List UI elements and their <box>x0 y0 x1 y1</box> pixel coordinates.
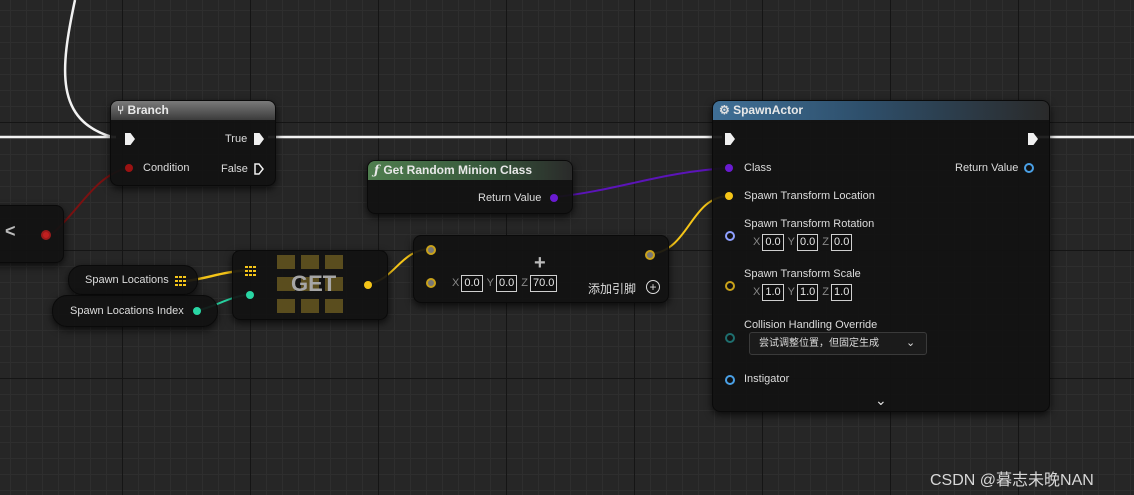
spawn-location-label: Spawn Transform Location <box>744 190 875 202</box>
add-pin-label[interactable]: 添加引脚 <box>588 282 636 296</box>
class-wire <box>554 167 730 198</box>
spawn-header: ⚙ SpawnActor <box>713 101 1049 120</box>
random-return-pin[interactable] <box>550 194 558 202</box>
spawn-locations-index-pin[interactable] <box>193 307 201 315</box>
random-title: Get Random Minion Class <box>383 163 533 177</box>
spawn-rotation-label: Spawn Transform Rotation <box>744 218 875 230</box>
rot-y-field[interactable]: 0.0 <box>796 234 819 251</box>
branch-false-label: False <box>221 163 248 175</box>
branch-condition-pin[interactable] <box>125 164 133 172</box>
add-input-a-pin[interactable] <box>426 245 436 255</box>
rot-x-axis: X <box>753 236 761 248</box>
spawn-scale-label: Spawn Transform Scale <box>744 268 861 280</box>
branch-header: ⑂ Branch <box>111 101 275 120</box>
scale-y-field[interactable]: 1.0 <box>796 284 819 301</box>
add-output-pin[interactable] <box>645 250 655 260</box>
spawn-locations-label: Spawn Locations <box>85 274 169 286</box>
rot-z-axis: Z <box>822 236 830 248</box>
spawn-class-label: Class <box>744 162 772 174</box>
add-z-axis: Z <box>521 277 529 289</box>
branch-true-label: True <box>225 133 248 145</box>
branch-exec-in-pin[interactable] <box>125 133 135 145</box>
add-y-field[interactable]: 0.0 <box>495 275 518 292</box>
rot-z-field[interactable]: 0.0 <box>831 234 853 251</box>
rot-y-axis: Y <box>787 236 795 248</box>
spawn-collision-pin[interactable] <box>725 333 735 343</box>
branch-false-pin[interactable] <box>254 163 264 175</box>
spawn-instigator-pin[interactable] <box>725 375 735 385</box>
compare-node[interactable]: < <box>0 205 64 263</box>
branch-condition-label: Condition <box>143 162 190 174</box>
add-z-field[interactable]: 70.0 <box>530 275 558 292</box>
add-plus-symbol: + <box>534 252 546 274</box>
exec-wire-loop <box>63 0 113 139</box>
scale-z-field[interactable]: 1.0 <box>831 284 853 301</box>
get-index-input-pin[interactable] <box>246 291 254 299</box>
array-grid-icon[interactable] <box>175 276 186 286</box>
spawn-rotation-pin[interactable] <box>725 231 735 241</box>
add-x-axis: X <box>452 277 460 289</box>
scale-x-axis: X <box>753 286 761 298</box>
blueprint-graph[interactable]: < ⑂ Branch True Condition False ƒ Get Ra… <box>0 0 1134 495</box>
get-array-input-pin[interactable] <box>245 266 256 276</box>
spawn-location-pin[interactable] <box>725 192 733 200</box>
spawn-collision-dropdown[interactable]: 尝试调整位置，但固定生成 ⌄ <box>749 332 927 355</box>
watermark: CSDN @暮志未晚NAN <box>930 472 1094 489</box>
spawn-return-label: Return Value <box>955 162 1019 174</box>
spawn-collision-value: 尝试调整位置，但固定生成 <box>759 338 879 349</box>
get-label: GET <box>291 271 337 296</box>
spawn-exec-out-pin[interactable] <box>1028 133 1038 145</box>
spawn-locations-index-label: Spawn Locations Index <box>70 305 184 317</box>
spawn-locations-index-variable[interactable]: Spawn Locations Index <box>52 295 218 327</box>
random-return-label: Return Value <box>478 192 542 204</box>
add-input-b-pin[interactable] <box>426 278 436 288</box>
scale-y-axis: Y <box>787 286 795 298</box>
expand-chevron-icon[interactable]: ⌄ <box>875 393 887 407</box>
array-get-node[interactable]: GET <box>232 250 388 320</box>
scale-z-axis: Z <box>822 286 830 298</box>
spawn-actor-icon: ⚙ <box>719 103 734 117</box>
add-vector-fields: X 0.0 Y 0.0 Z 70.0 <box>452 275 561 292</box>
spawn-actor-node[interactable]: ⚙ SpawnActor Class Return Value Spawn Tr… <box>712 100 1050 412</box>
branch-icon: ⑂ <box>117 103 128 117</box>
add-y-axis: Y <box>486 277 494 289</box>
compare-symbol: < <box>5 221 16 241</box>
get-random-minion-class-node[interactable]: ƒ Get Random Minion Class Return Value <box>367 160 573 214</box>
spawn-class-pin[interactable] <box>725 164 733 172</box>
get-output-pin[interactable] <box>364 281 372 289</box>
spawn-instigator-label: Instigator <box>744 373 790 385</box>
rot-x-field[interactable]: 0.0 <box>762 234 784 251</box>
vector-add-node[interactable]: + X 0.0 Y 0.0 Z 70.0 添加引脚 + <box>413 235 669 303</box>
spawn-return-pin[interactable] <box>1024 163 1034 173</box>
branch-title: Branch <box>127 103 169 117</box>
spawn-scale-fields: X 1.0 Y 1.0 Z 1.0 <box>753 284 856 301</box>
spawn-rotation-fields: X 0.0 Y 0.0 Z 0.0 <box>753 234 856 251</box>
random-header: ƒ Get Random Minion Class <box>368 161 572 180</box>
add-x-field[interactable]: 0.0 <box>461 275 483 292</box>
branch-true-pin[interactable] <box>254 133 264 145</box>
spawn-locations-variable[interactable]: Spawn Locations <box>68 265 198 295</box>
spawn-title: SpawnActor <box>733 103 804 117</box>
chevron-down-icon: ⌄ <box>906 337 916 349</box>
function-icon: ƒ <box>374 163 384 177</box>
add-pin-plus-icon[interactable]: + <box>646 280 660 294</box>
spawn-exec-in-pin[interactable] <box>725 133 735 145</box>
scale-x-field[interactable]: 1.0 <box>762 284 784 301</box>
spawn-scale-pin[interactable] <box>725 281 735 291</box>
spawn-collision-label: Collision Handling Override <box>744 319 878 331</box>
branch-node[interactable]: ⑂ Branch True Condition False <box>110 100 276 186</box>
compare-output-pin[interactable] <box>41 230 51 240</box>
